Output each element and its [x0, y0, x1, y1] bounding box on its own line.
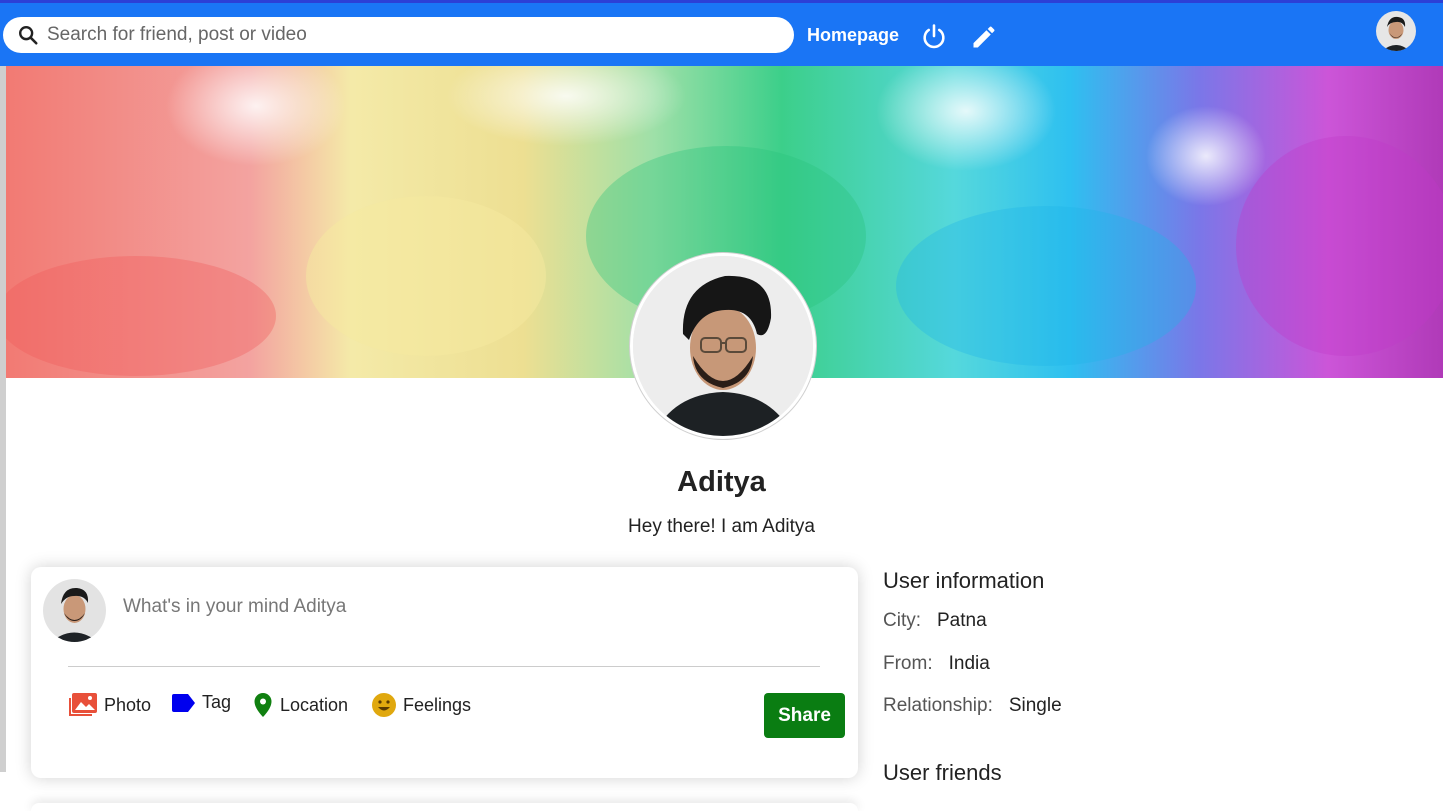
user-info-title: User information	[883, 568, 1045, 593]
profile-picture	[630, 253, 816, 439]
top-bar: Homepage	[0, 0, 1443, 66]
post-input[interactable]	[121, 595, 725, 619]
search-icon	[19, 26, 38, 45]
photo-option[interactable]: Photo	[68, 692, 151, 718]
pencil-icon[interactable]	[970, 23, 998, 51]
photo-icon	[69, 693, 97, 716]
feelings-option[interactable]: Feelings	[371, 692, 471, 718]
feelings-option-label: Feelings	[403, 694, 472, 715]
profile-description: Hey there! I am Aditya	[628, 516, 815, 537]
photo-option-label: Photo	[104, 694, 152, 715]
tag-icon	[172, 693, 195, 712]
divider	[68, 666, 820, 667]
info-key: Relationship:	[883, 695, 993, 716]
user-friends-title: User friends	[883, 760, 1002, 785]
search-bar[interactable]	[3, 17, 794, 53]
next-post-card-edge	[31, 803, 858, 811]
search-input[interactable]	[45, 19, 749, 51]
avatar[interactable]	[1376, 11, 1416, 51]
avatar-image	[1376, 11, 1416, 51]
location-option-label: Location	[280, 694, 349, 715]
share-post-card: Photo Tag Location Feelings Share	[31, 567, 858, 778]
info-row-from: From: India	[883, 653, 990, 675]
info-row-relationship: Relationship: Single	[883, 695, 1062, 717]
tag-option[interactable]: Tag	[171, 692, 231, 713]
info-row-city: City: Patna	[883, 610, 987, 632]
location-icon	[254, 693, 272, 717]
emoji-icon	[372, 693, 396, 717]
info-value: Patna	[937, 610, 987, 631]
tag-option-label: Tag	[202, 692, 232, 712]
homepage-link[interactable]: Homepage	[807, 25, 899, 46]
power-icon[interactable]	[920, 22, 948, 50]
info-key: From:	[883, 653, 933, 674]
info-value: India	[948, 653, 990, 674]
profile-name: Aditya	[677, 466, 766, 498]
location-option[interactable]: Location	[252, 692, 348, 718]
avatar	[43, 579, 106, 642]
info-value: Single	[1008, 695, 1062, 716]
info-key: City:	[883, 610, 921, 631]
share-button[interactable]: Share	[764, 693, 845, 738]
